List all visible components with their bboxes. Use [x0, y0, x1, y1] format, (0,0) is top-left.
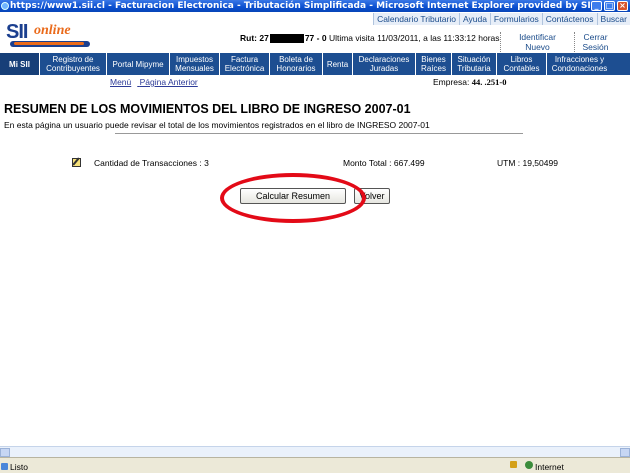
transactions-count: Cantidad de Transacciones : 3 — [94, 158, 209, 168]
company-info: Empresa: 44. .251-0 — [433, 77, 506, 87]
menu-bienes-raices[interactable]: Bienes Raíces — [416, 53, 452, 75]
company-value: 44. .251-0 — [471, 77, 507, 87]
utm-value: UTM : 19,50499 — [497, 158, 558, 168]
menu-link[interactable]: Menú — [110, 77, 131, 87]
nav-ayuda[interactable]: Ayuda — [458, 13, 490, 25]
menu-portal-mipyme[interactable]: Portal Mipyme — [107, 53, 170, 75]
nav-calendario[interactable]: Calendario Tributario — [373, 13, 459, 25]
horizontal-scrollbar[interactable] — [0, 446, 630, 457]
scroll-left-arrow[interactable] — [0, 448, 10, 457]
redaction-bar — [269, 34, 304, 44]
sii-online-logo[interactable]: SII online — [6, 21, 94, 51]
rut-label: Rut: 27 — [240, 33, 269, 43]
user-rut-line: Rut: 27 77 - 0 Ultima visita 11/03/2011, … — [240, 33, 500, 44]
menu-mi-sii[interactable]: Mi SII — [0, 53, 40, 75]
close-button[interactable]: × — [617, 1, 628, 11]
menu-factura-electronica[interactable]: Factura Electrónica — [220, 53, 270, 75]
window-controls: _ □ × — [591, 1, 628, 11]
minimize-button[interactable]: _ — [591, 1, 602, 11]
menu-renta[interactable]: Renta — [323, 53, 353, 75]
page-description: En esta página un usuario puede revisar … — [4, 120, 430, 130]
status-text: Listo — [1, 462, 28, 472]
company-label: Empresa: — [433, 77, 470, 87]
globe-icon — [525, 461, 533, 469]
menu-infracciones-condonaciones[interactable]: Infracciones y Condonaciones — [547, 53, 612, 75]
lock-icon — [510, 461, 517, 468]
window-titlebar: https://www1.sii.cl - Facturacion Electr… — [0, 0, 630, 12]
nav-formularios[interactable]: Formularios — [489, 13, 542, 25]
divider — [115, 133, 523, 134]
menu-registro-contribuyentes[interactable]: Registro de Contribuyentes — [40, 53, 107, 75]
nav-buscar[interactable]: Buscar — [596, 13, 630, 25]
page-title: RESUMEN DE LOS MOVIMIENTOS DEL LIBRO DE … — [4, 102, 411, 116]
ie-icon — [1, 2, 9, 10]
top-links-bar: Calendario Tributario Ayuda Formularios … — [0, 12, 630, 28]
nav-contactenos[interactable]: Contáctenos — [541, 13, 597, 25]
menu-libros-contables[interactable]: Libros Contables — [497, 53, 547, 75]
menu-declaraciones-juradas[interactable]: Declaraciones Juradas — [353, 53, 416, 75]
menu-situacion-tributaria[interactable]: Situación Tributaria — [452, 53, 497, 75]
highlight-annotation — [220, 173, 366, 223]
last-visit: Ultima visita 11/03/2011, a las 11:33:12… — [328, 33, 500, 43]
status-bar: Listo Internet — [0, 457, 630, 473]
edit-icon[interactable] — [72, 158, 81, 167]
main-menu: Mi SII Registro de Contribuyentes Portal… — [0, 53, 630, 75]
sub-navigation: Menú Página Anterior Empresa: 44. .251-0 — [0, 76, 630, 89]
rut-suffix: 77 - 0 — [304, 33, 327, 43]
maximize-button[interactable]: □ — [604, 1, 615, 11]
menu-impuestos-mensuales[interactable]: Impuestos Mensuales — [170, 53, 220, 75]
total-amount: Monto Total : 667.499 — [343, 158, 425, 168]
back-page-link[interactable]: Página Anterior — [140, 77, 198, 87]
top-nav: Calendario Tributario Ayuda Formularios … — [373, 13, 630, 25]
summary-row: Cantidad de Transacciones : 3 Monto Tota… — [72, 158, 572, 170]
scroll-right-arrow[interactable] — [620, 448, 630, 457]
zone-text: Internet — [535, 462, 564, 472]
window-title: https://www1.sii.cl - Facturacion Electr… — [10, 1, 595, 11]
menu-boleta-honorarios[interactable]: Boleta de Honorarios — [270, 53, 323, 75]
